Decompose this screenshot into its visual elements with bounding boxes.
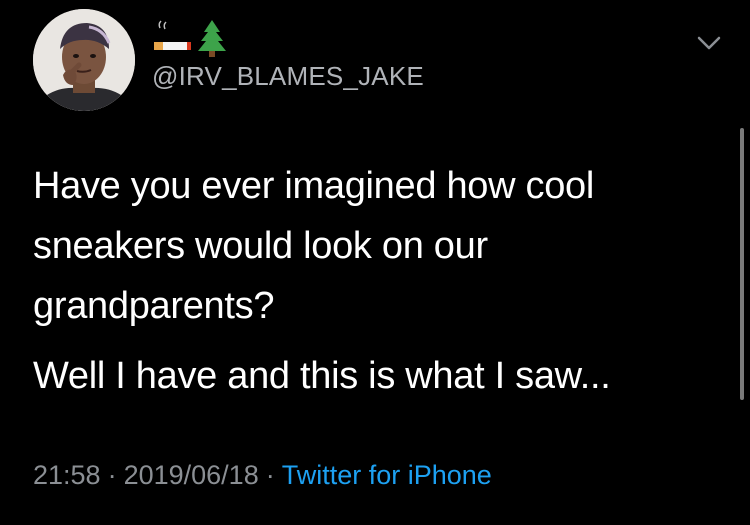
tweet-source-link[interactable]: Twitter for iPhone [282,460,492,490]
chevron-down-icon[interactable] [694,28,724,58]
tweet-text-paragraph-2: Well I have and this is what I saw... [33,355,611,397]
scrollbar[interactable] [740,128,744,400]
tweet-metadata: 21:58 · 2019/06/18 · Twitter for iPhone [33,458,492,492]
avatar[interactable] [33,9,135,111]
separator: · [107,460,117,490]
display-name [152,18,232,58]
separator: · [265,460,275,490]
tweet-date: 2019/06/18 [123,460,259,490]
avatar-image [33,9,135,111]
cigarette-icon [152,18,192,58]
evergreen-tree-icon [192,18,232,58]
tweet-text-paragraph-1: Have you ever imagined how cool sneakers… [33,165,595,327]
tweet-time: 21:58 [33,460,101,490]
username-handle[interactable]: @IRV_BLAMES_JAKE [152,60,424,92]
tweet-text: Have you ever imagined how cool sneakers… [33,156,723,406]
